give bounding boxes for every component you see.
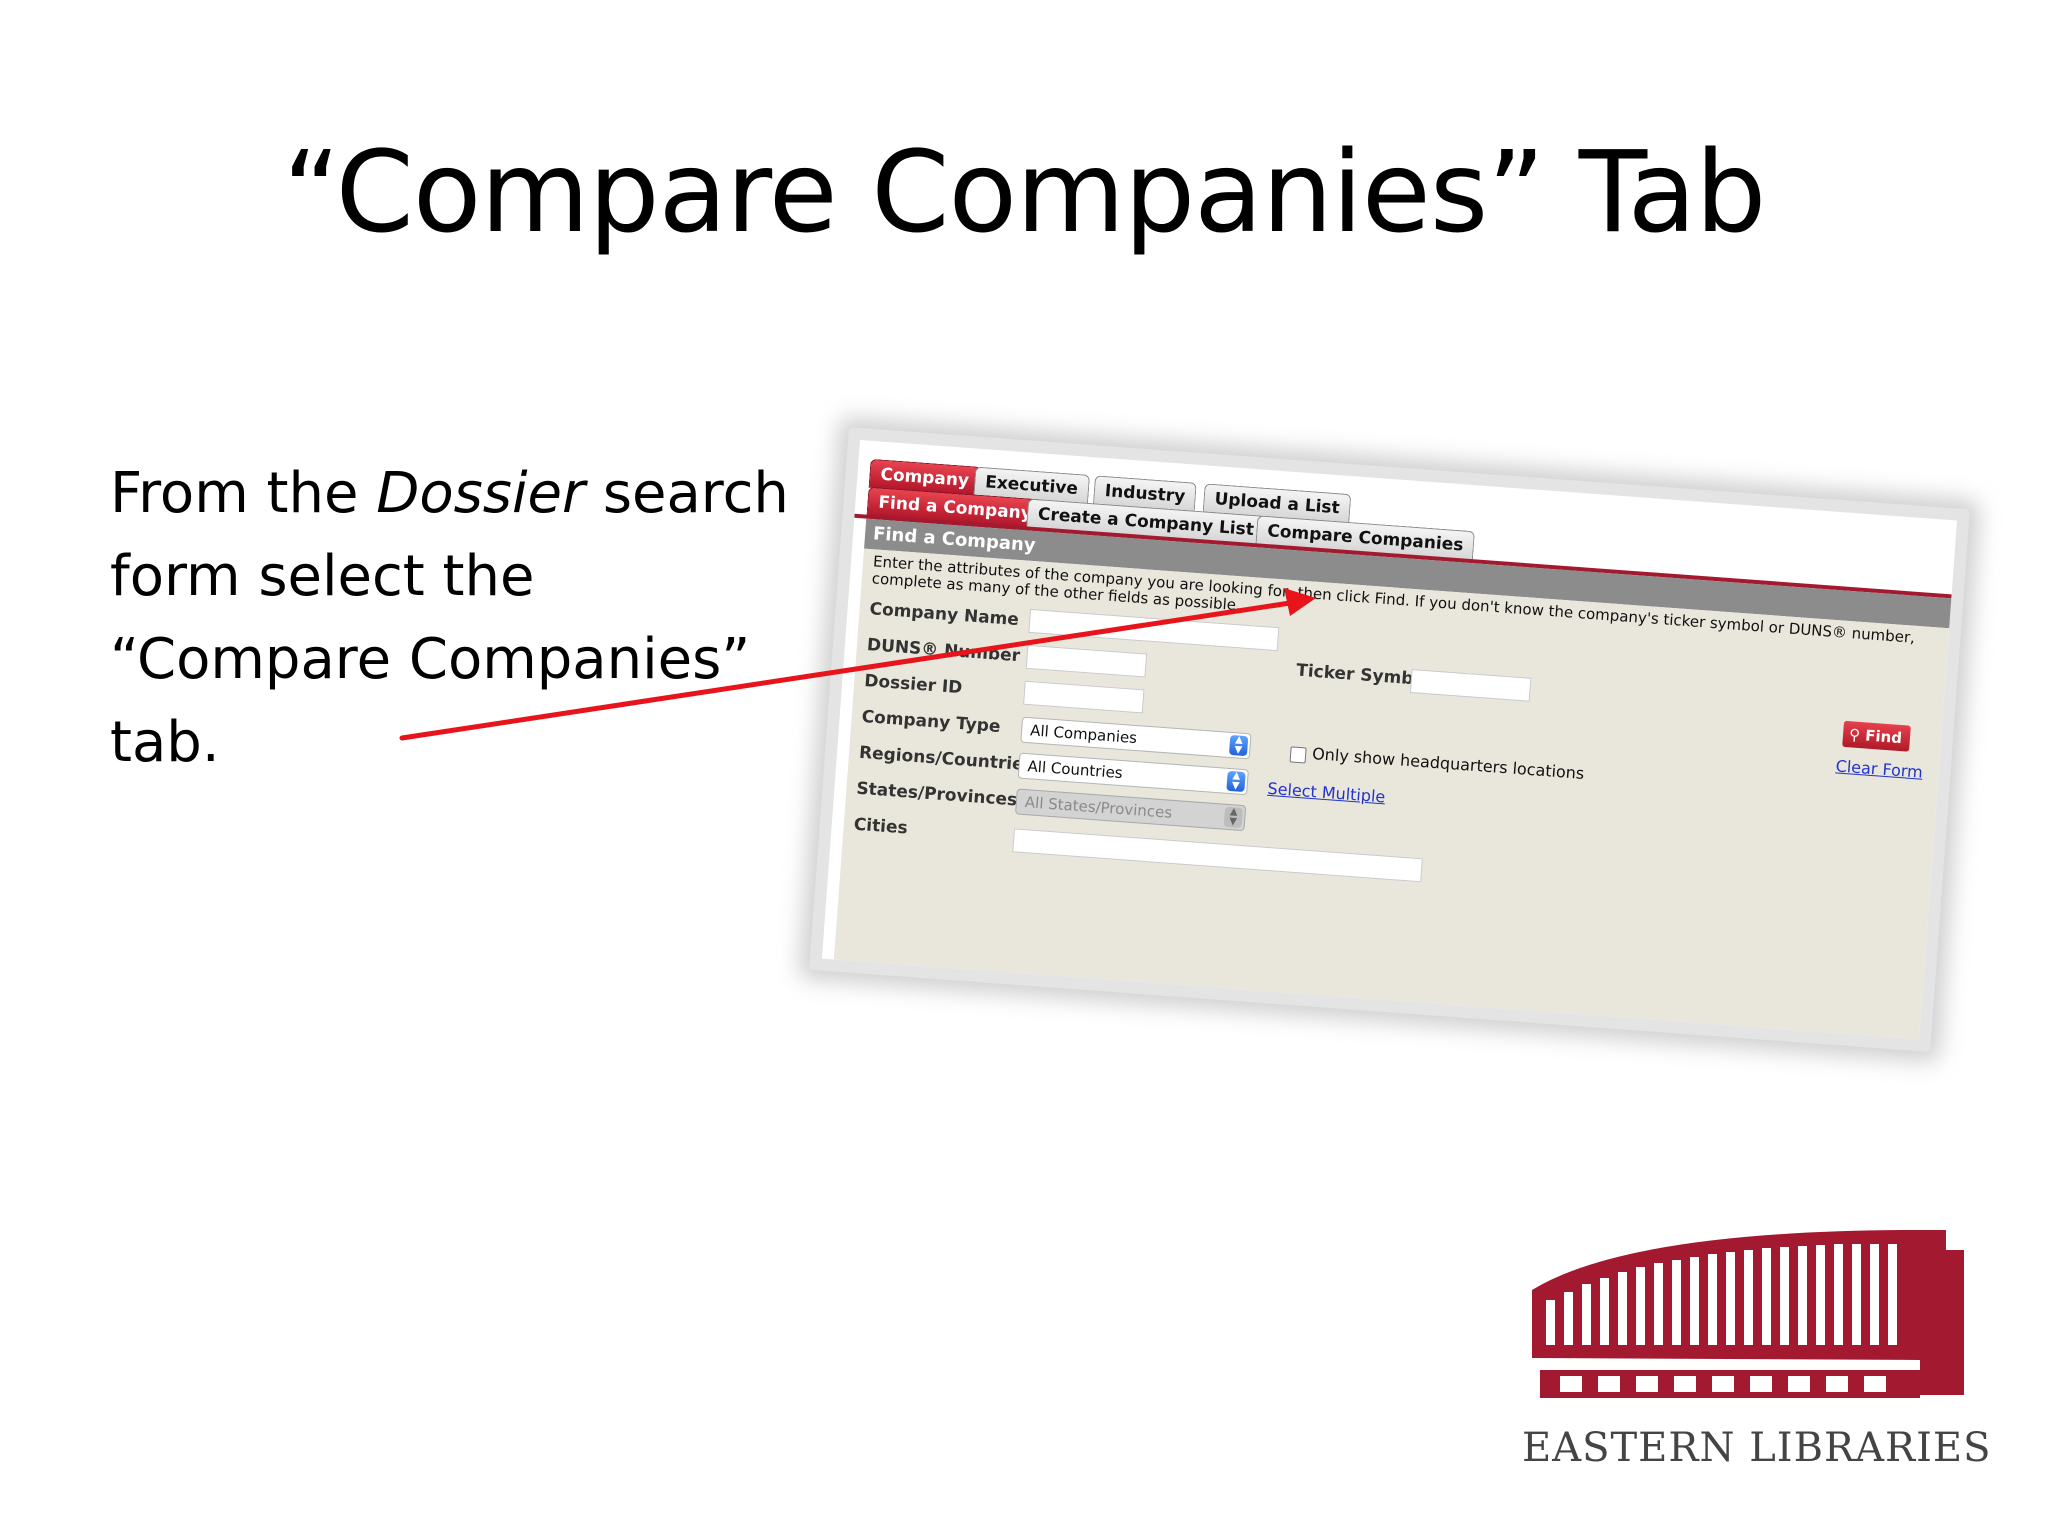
main-tab-bar: Company Executive Industry Upload a List — [868, 458, 1352, 524]
slide-body-text: From the Dossier search form select the … — [110, 452, 810, 784]
regions-value: All Countries — [1026, 757, 1124, 783]
company-name-label: Company Name — [868, 599, 1020, 631]
company-type-value: All Companies — [1029, 721, 1138, 748]
hq-only-checkbox[interactable] — [1289, 746, 1307, 764]
dossier-id-input[interactable] — [1023, 680, 1145, 714]
slide: “Compare Companies” Tab From the Dossier… — [0, 0, 2048, 1536]
find-button[interactable]: ⚲ Find — [1842, 720, 1911, 752]
company-name-input[interactable] — [1028, 608, 1280, 652]
hq-only-label: Only show headquarters locations — [1311, 743, 1585, 783]
body-text-emphasis: Dossier — [376, 461, 586, 526]
chevron-updown-icon: ▲ ▼ — [1226, 770, 1246, 793]
chevron-updown-icon: ▲ ▼ — [1228, 734, 1249, 757]
chevron-updown-icon: ▲ ▼ — [1223, 806, 1244, 828]
company-type-label: Company Type — [860, 706, 1002, 738]
duns-number-label: DUNS® Number — [866, 635, 1021, 667]
logo-text: EASTERN LIBRARIES — [1522, 1425, 1992, 1471]
states-provinces-label: States/Provinces — [855, 778, 1018, 811]
regions-countries-select[interactable]: All Countries ▲ ▼ — [1017, 752, 1249, 796]
states-provinces-select[interactable]: All States/Provinces ▲ ▼ — [1014, 788, 1247, 832]
ticker-symbol-input[interactable] — [1409, 669, 1532, 702]
select-multiple-link[interactable]: Select Multiple — [1267, 779, 1386, 807]
duns-number-input[interactable] — [1025, 644, 1148, 678]
cities-label: Cities — [853, 814, 909, 839]
find-button-label: Find — [1864, 726, 1903, 748]
dossier-id-label: Dossier ID — [863, 670, 963, 699]
clear-form-link[interactable]: Clear Form — [1835, 756, 1923, 781]
slide-title: “Compare Companies” Tab — [282, 128, 1767, 258]
search-icon: ⚲ — [1848, 725, 1866, 745]
search-panel: Enter the attributes of the company you … — [833, 548, 1950, 1040]
cities-input[interactable] — [1012, 828, 1423, 883]
states-value: All States/Provinces — [1024, 793, 1173, 822]
dossier-screenshot: Company Executive Industry Upload a List… — [809, 427, 1970, 1053]
company-type-select[interactable]: All Companies ▲ ▼ — [1020, 716, 1252, 760]
dossier-search-form: Company Executive Industry Upload a List… — [821, 440, 1958, 1040]
sub-tab-bar: Find a Company Create a Company List Com… — [866, 486, 1476, 561]
body-text-prefix: From the — [110, 461, 377, 526]
regions-countries-label: Regions/Countries — [858, 742, 1035, 776]
